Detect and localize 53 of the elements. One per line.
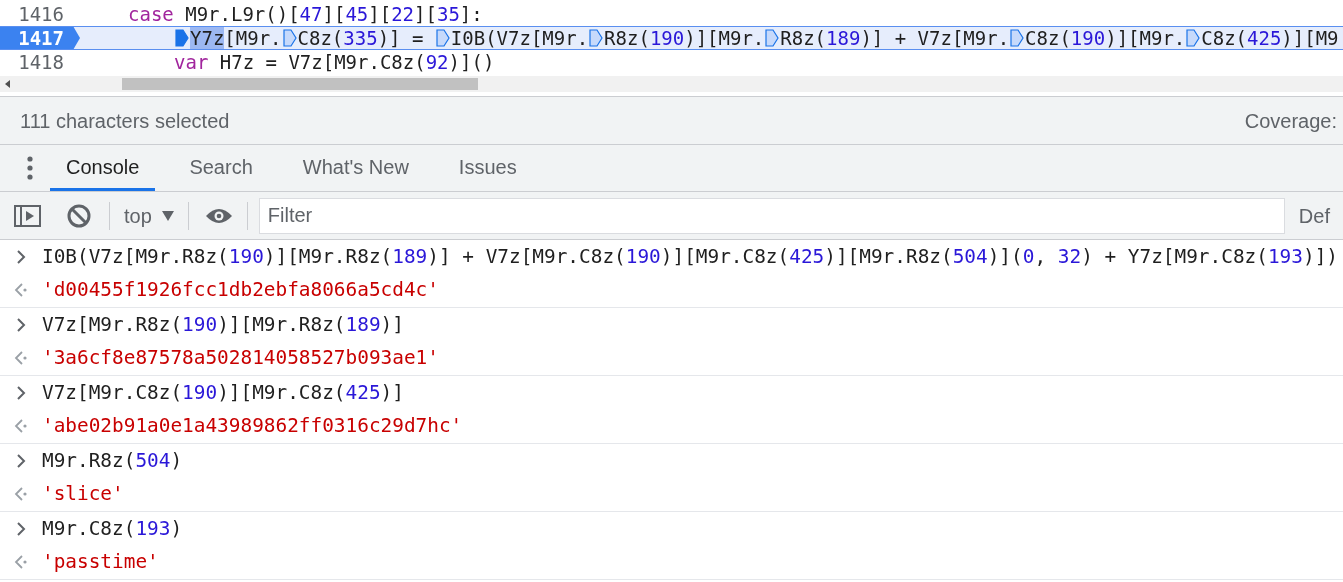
line-number[interactable]: 1417: [0, 27, 80, 49]
eye-icon[interactable]: [204, 206, 233, 225]
drawer-tab[interactable]: Search: [173, 145, 269, 191]
code-line: C8z(425)][M9: [1201, 25, 1339, 51]
chevron-right-icon: [16, 386, 26, 400]
console-output: 'abe02b91a0e1a43989862ff0316c29d7hc': [42, 413, 463, 440]
return-value-icon: [14, 555, 28, 569]
scroll-left-arrow-icon[interactable]: [4, 80, 12, 88]
clear-console-icon[interactable]: [67, 203, 91, 228]
filter-field[interactable]: Filter: [258, 197, 1285, 234]
line-number[interactable]: 1418: [0, 50, 80, 74]
chevron-right-icon: [16, 318, 26, 332]
return-value-icon: [14, 351, 28, 365]
horizontal-scrollbar-thumb[interactable]: [122, 78, 478, 90]
coverage-status: Coverage:: [1244, 108, 1337, 134]
return-value-icon: [14, 419, 28, 433]
context-dropdown[interactable]: top: [124, 200, 188, 231]
console-command-text: M9r.R8z(504): [42, 448, 183, 475]
more-options-icon[interactable]: [27, 156, 33, 180]
code-line: C8z(190)][M9r.: [1025, 25, 1186, 51]
inline-breakpoint-icon[interactable]: [282, 29, 297, 47]
inline-breakpoint-icon[interactable]: [765, 29, 780, 47]
code-line: C8z(335)] =: [297, 25, 425, 51]
console-command-text: V7z[M9r.C8z(190)][M9r.C8z(425)]: [42, 380, 404, 407]
inline-breakpoint-icon[interactable]: [589, 29, 604, 47]
drawer-tab[interactable]: Issues: [442, 145, 533, 191]
chevron-right-icon: [16, 522, 26, 536]
code-line: R8z(189)] + V7z[M9r.: [780, 25, 1010, 51]
return-value-icon: [14, 283, 28, 297]
drawer-tab[interactable]: What's New: [286, 145, 425, 191]
sidebar-toggle-icon[interactable]: [14, 203, 41, 228]
code-line: R8z(190)][M9r.: [604, 25, 765, 51]
console-output: 'passtime': [42, 549, 159, 576]
console-command-text: V7z[M9r.R8z(190)][M9r.R8z(189)]: [42, 312, 404, 339]
log-levels-dropdown[interactable]: Def: [1298, 200, 1330, 231]
line-number[interactable]: 1416: [0, 2, 80, 26]
return-value-icon: [14, 487, 28, 501]
inline-breakpoint-icon[interactable]: [435, 29, 450, 47]
caret-icon: [161, 210, 174, 221]
console-command-text: M9r.C8z(193): [42, 516, 183, 543]
inline-breakpoint-icon[interactable]: [1010, 29, 1025, 47]
console-output: '3a6cf8e87578a502814058527b093ae1': [42, 345, 439, 372]
code-line: I0B(V7z[M9r.: [450, 25, 589, 51]
selection-status: 111 characters selected: [20, 108, 230, 134]
console-command-text: I0B(V7z[M9r.R8z(190)][M9r.R8z(189)] + V7z[M9r.C8z(190)][M9r.C8z(425)][M9r.R8z(504)](0, 32) + Y7z[M9r.C8z(193)]): [42, 244, 1338, 271]
code-line: Y7z[M9r.: [190, 25, 282, 51]
code-line: var H7z = V7z[M9r.C8z(92)](): [174, 49, 495, 75]
chevron-right-icon: [16, 454, 26, 468]
console-output: 'd00455f1926fcc1db2ebfa8066a5cd4c': [42, 277, 439, 304]
console-output: 'slice': [42, 481, 124, 508]
code-line: case M9r.L9r()[47][45][22][35]:: [128, 1, 483, 27]
inline-breakpoint-icon[interactable]: [1186, 29, 1201, 47]
chevron-right-icon: [16, 250, 26, 264]
